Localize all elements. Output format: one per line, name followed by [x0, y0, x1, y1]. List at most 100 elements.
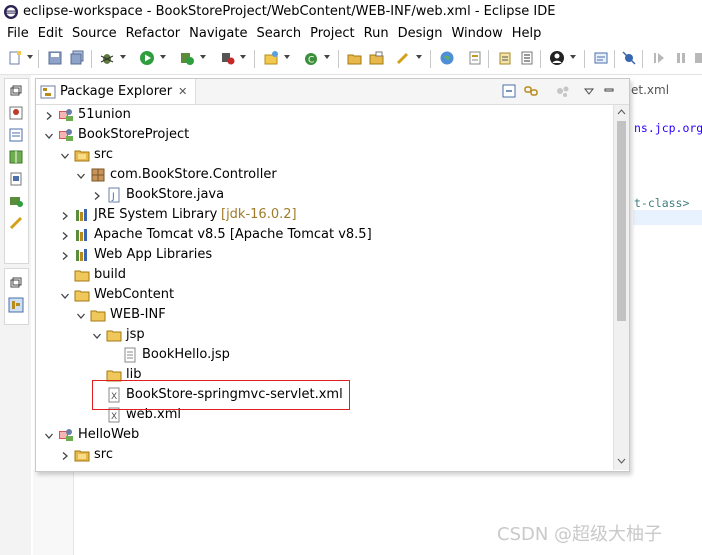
minimize-icon[interactable]	[601, 83, 617, 99]
scroll-up-icon[interactable]	[617, 109, 626, 115]
tree-item[interactable]: com.BookStore.Controller	[36, 165, 613, 185]
chevron-right-icon[interactable]	[92, 190, 102, 200]
chevron-right-icon[interactable]	[60, 450, 70, 460]
chevron-down-icon[interactable]	[76, 310, 86, 320]
package-explorer-minimized-icon[interactable]	[8, 297, 24, 313]
search-tool-icon[interactable]	[394, 49, 412, 67]
chevron-right-icon[interactable]	[44, 110, 54, 120]
external-tools-dropdown-icon[interactable]	[240, 55, 246, 59]
save-all-icon[interactable]	[68, 49, 86, 67]
tree-item[interactable]: BookHello.jsp	[36, 345, 613, 365]
globe-icon[interactable]	[438, 49, 456, 67]
servers-icon[interactable]	[8, 193, 24, 209]
link-with-editor-icon[interactable]	[523, 83, 539, 99]
mark-occurrences-icon[interactable]	[466, 49, 484, 67]
run-server-dropdown-icon[interactable]	[200, 55, 206, 59]
console-icon[interactable]	[592, 49, 610, 67]
chevron-down-icon[interactable]	[76, 170, 86, 180]
watermark: CSDN @超级大柚子	[497, 524, 663, 545]
tree-item-label: 51union	[78, 107, 131, 122]
problems-icon[interactable]	[8, 171, 24, 187]
menu-help[interactable]: Help	[512, 26, 542, 41]
tree-item[interactable]: WebContent	[36, 285, 613, 305]
debug-dropdown-icon[interactable]	[120, 55, 126, 59]
save-icon[interactable]	[46, 49, 64, 67]
tree-item[interactable]: JRE System Library [jdk-16.0.2]	[36, 205, 613, 225]
package-explorer-view: Package Explorer ✕ 51union BookStoreProje…	[35, 78, 630, 472]
menu-navigate[interactable]: Navigate	[189, 26, 247, 41]
highlight-box	[92, 380, 350, 410]
open-resource-icon[interactable]	[368, 49, 386, 67]
menu-edit[interactable]: Edit	[38, 26, 63, 41]
chevron-down-icon[interactable]	[92, 330, 102, 340]
run-dropdown-icon[interactable]	[160, 55, 166, 59]
suspend-icon[interactable]	[672, 49, 690, 67]
new-java-project-icon[interactable]	[262, 49, 280, 67]
new-class-icon[interactable]: C	[302, 49, 320, 67]
tree-item-label: Web App Libraries	[94, 247, 213, 262]
open-type-icon[interactable]	[346, 49, 364, 67]
task-list-icon[interactable]	[518, 49, 536, 67]
run-icon[interactable]	[138, 49, 156, 67]
menu-project[interactable]: Project	[310, 26, 354, 41]
new-class-dropdown-icon[interactable]	[324, 55, 330, 59]
user-dropdown-icon[interactable]	[570, 55, 576, 59]
tree-item[interactable]: J BookStore.java	[36, 185, 613, 205]
menu-search[interactable]: Search	[256, 26, 301, 41]
chevron-right-icon[interactable]	[60, 230, 70, 240]
chevron-right-icon[interactable]	[60, 210, 70, 220]
editor-gutter	[33, 470, 74, 555]
collapse-all-icon[interactable]	[501, 83, 517, 99]
restore-icon[interactable]	[8, 83, 24, 99]
focus-on-active-task-icon[interactable]	[555, 83, 571, 99]
menu-source[interactable]: Source	[72, 26, 117, 41]
editor-line-2: t-class>	[634, 196, 690, 210]
close-icon[interactable]: ✕	[178, 85, 187, 98]
tree-item[interactable]: HelloWeb	[36, 425, 613, 445]
jsp-file-icon	[122, 347, 138, 363]
chevron-down-icon[interactable]	[44, 130, 54, 140]
resume-icon[interactable]	[650, 49, 668, 67]
tree-item[interactable]: src	[36, 445, 613, 465]
tree-item[interactable]: Apache Tomcat v8.5 [Apache Tomcat v8.5]	[36, 225, 613, 245]
menu-run[interactable]: Run	[364, 26, 389, 41]
open-task-icon[interactable]	[496, 49, 514, 67]
tree-item-label: HelloWeb	[78, 427, 140, 442]
terminate-icon[interactable]	[692, 49, 702, 67]
new-java-dropdown-icon[interactable]	[284, 55, 290, 59]
new-icon[interactable]	[6, 49, 24, 67]
tab-package-explorer[interactable]: Package Explorer ✕	[36, 79, 197, 104]
snippets-icon[interactable]	[8, 215, 24, 231]
vertical-scrollbar[interactable]	[613, 105, 629, 470]
menu-refactor[interactable]: Refactor	[126, 26, 181, 41]
scrollbar-thumb[interactable]	[617, 121, 626, 321]
tree-item[interactable]: 51union	[36, 105, 613, 125]
skip-breakpoints-icon[interactable]	[620, 49, 638, 67]
chevron-down-icon[interactable]	[60, 290, 70, 300]
new-dropdown-icon[interactable]	[27, 55, 33, 59]
tree-item[interactable]: Web App Libraries	[36, 245, 613, 265]
navigator-icon[interactable]	[8, 149, 24, 165]
menu-window[interactable]: Window	[451, 26, 502, 41]
outline-icon[interactable]	[8, 127, 24, 143]
chevron-right-icon[interactable]	[60, 250, 70, 260]
tree-item[interactable]: jsp	[36, 325, 613, 345]
tree-item[interactable]: src	[36, 145, 613, 165]
debug-icon[interactable]	[98, 49, 116, 67]
menu-design[interactable]: Design	[398, 26, 443, 41]
scroll-down-icon[interactable]	[617, 458, 626, 464]
run-server-icon[interactable]	[178, 49, 196, 67]
type-hierarchy-icon[interactable]	[8, 105, 24, 121]
search-dropdown-icon[interactable]	[416, 55, 422, 59]
project-tree: 51union BookStoreProject src com.BookStore.…	[36, 105, 613, 465]
restore-icon[interactable]	[8, 275, 24, 291]
user-account-icon[interactable]	[548, 49, 566, 67]
tree-item[interactable]: build	[36, 265, 613, 285]
menu-file[interactable]: File	[7, 26, 29, 41]
view-menu-icon[interactable]	[581, 83, 597, 99]
chevron-down-icon[interactable]	[44, 430, 54, 440]
chevron-down-icon[interactable]	[60, 150, 70, 160]
external-tools-icon[interactable]	[218, 49, 236, 67]
tree-item[interactable]: WEB-INF	[36, 305, 613, 325]
tree-item[interactable]: BookStoreProject	[36, 125, 613, 145]
